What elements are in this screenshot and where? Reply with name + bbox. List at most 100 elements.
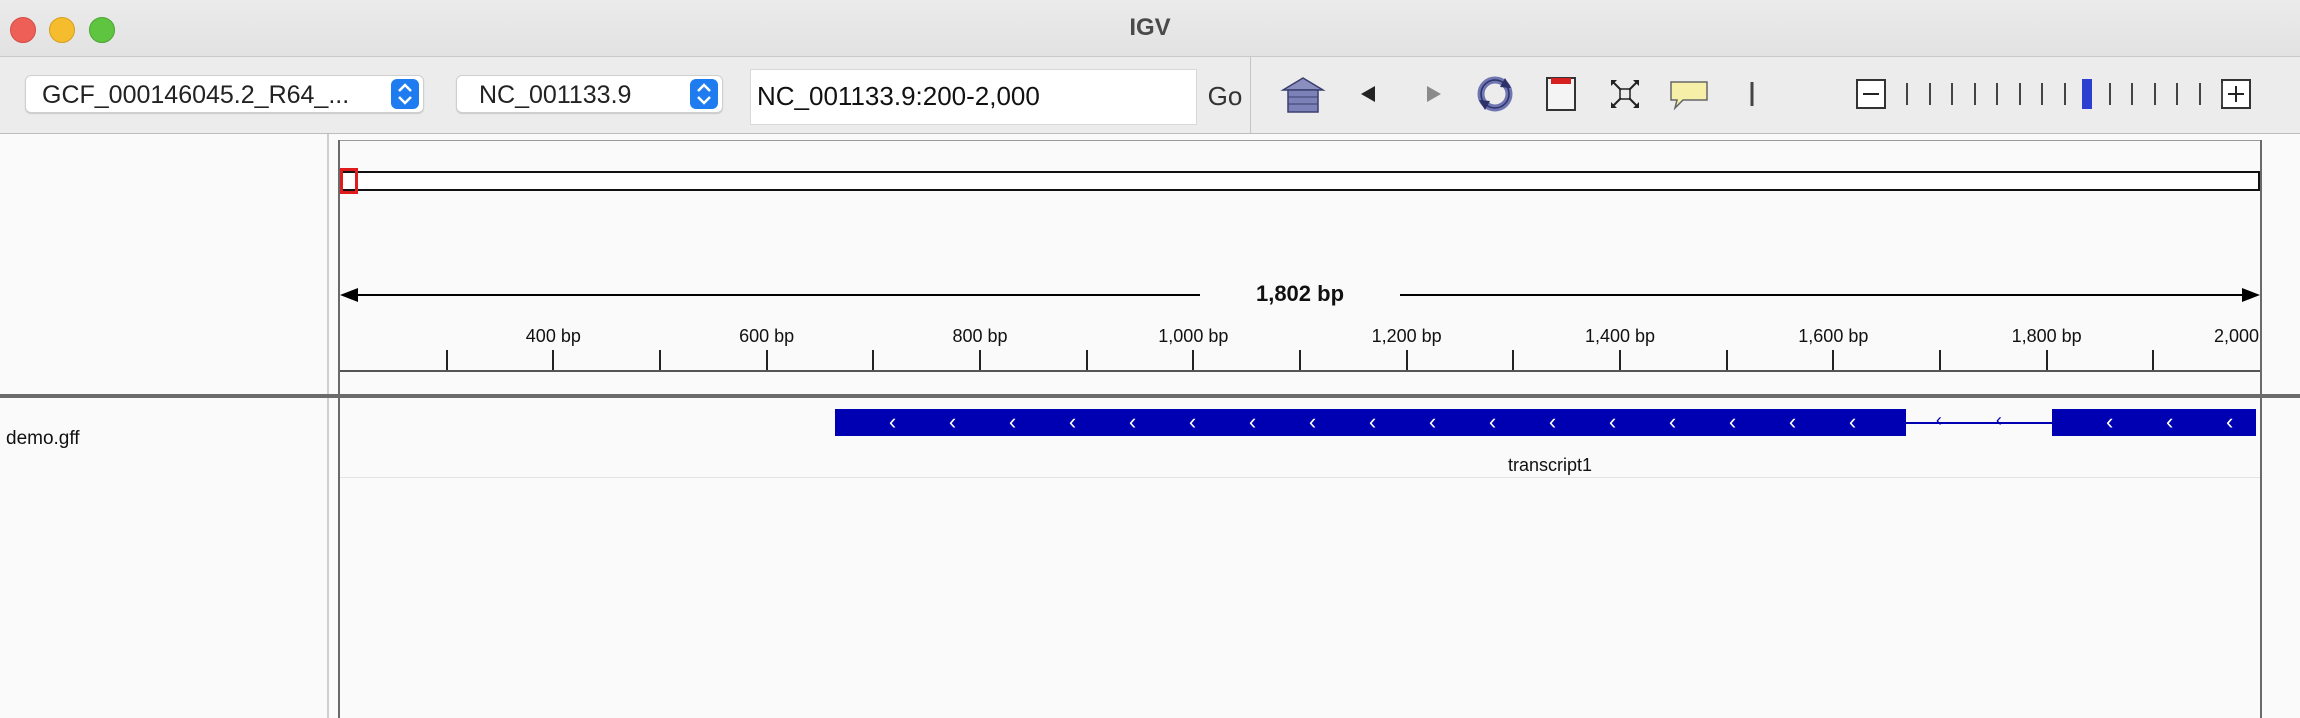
ruler-tick [1405,350,1408,370]
strand-chevron-icon: ‹ [1128,409,1137,434]
ruler-tick-label: 600 bp [739,326,795,346]
zoom-level-tick[interactable] [1906,83,1908,105]
window-titlebar: IGV [0,0,2300,57]
strand-chevron-icon: ‹ [1008,409,1017,434]
feature-label: transcript1 [1507,455,1593,475]
strand-chevron-icon: ‹ [1308,409,1317,434]
zoom-level-tick[interactable] [2041,83,2043,105]
strand-chevron-icon: ‹ [1935,410,1942,430]
ruler-tick [659,350,661,370]
ruler-tick-label: 1,800 bp [2011,326,2082,346]
locus-input[interactable] [755,78,1189,114]
span-line-right [1400,294,2246,296]
strand-chevron-icon: ‹ [2226,409,2234,434]
chromosome-dropdown-value: NC_001133.9 [479,81,632,109]
feature-exon[interactable]: ‹ ‹ ‹ [2052,409,2256,436]
ruler-tick-label: 1,600 bp [1798,326,1869,346]
ruler-tick-label: 400 bp [525,326,581,346]
zoom-level-tick[interactable] [2198,83,2201,105]
region-of-interest-icon[interactable] [1537,70,1585,118]
ruler-tick [2045,350,2048,370]
ruler-tick-label: 1,200 bp [1371,326,1442,346]
ruler-tick [979,350,981,370]
ruler-tick [765,350,768,370]
strand-chevron-icon: ‹ [1248,409,1257,434]
ruler-icon[interactable] [1729,70,1777,118]
chromosome-ideogram[interactable] [340,171,2260,191]
window-title: IGV [1129,14,1171,41]
strand-chevron-icon: ‹ [1368,409,1377,434]
ruler-tick [1725,350,1728,370]
strand-chevron-icon: ‹ [1188,409,1197,434]
strand-chevron-icon: ‹ [1728,409,1737,434]
zoom-level-tick[interactable] [2063,83,2066,105]
ruler-tick [445,350,448,370]
fit-window-icon[interactable] [1601,70,1649,118]
genome-dropdown-stepper-icon[interactable] [391,79,419,109]
locus-box [750,69,1197,125]
popup-balloon-icon[interactable] [1665,70,1713,118]
ruler-tick [1832,350,1835,370]
zoom-level-tick[interactable] [1996,83,1998,105]
zoom-level-tick[interactable] [2018,83,2021,105]
name-panel-divider[interactable] [327,134,329,718]
go-button[interactable]: Go [1198,69,1252,123]
zoom-out-icon[interactable] [1856,79,1886,109]
zoom-level-tick[interactable] [2176,83,2178,105]
strand-chevron-icon: ‹ [1848,409,1857,434]
strand-chevron-icon: ‹ [1788,409,1797,434]
feature-exon[interactable]: ‹ ‹ ‹ ‹ ‹ ‹ ‹ ‹ ‹ ‹ ‹ ‹ ‹ ‹ ‹ ‹ ‹ [834,409,1906,436]
ruler-tick-label: 1,400 bp [1584,326,1656,346]
strand-chevron-icon: ‹ [1548,409,1557,434]
strand-chevron-icon: ‹ [888,409,897,434]
ruler-tick-label: 800 bp [952,326,1008,346]
chromosome-dropdown[interactable]: NC_001133.9 [456,75,723,113]
toolbar-divider [1250,57,1251,133]
feature-intron[interactable]: ‹ ‹ [1905,410,2052,430]
header-track-divider[interactable] [0,394,2300,398]
span-line-left [352,294,1200,296]
back-arrow-icon[interactable] [1345,70,1393,118]
strand-chevron-icon: ‹ [1668,409,1677,434]
zoom-level-tick[interactable] [1973,83,1976,105]
home-icon[interactable] [1279,70,1327,118]
ruler-tick [1619,350,1621,370]
main-panel: 1,802 bp 400 bp 600 bp 800 bp 1,000 bp 1,200… [0,134,2300,718]
zoom-level-tick[interactable] [2131,83,2133,105]
span-length-label: 1,802 bp [1255,281,1345,306]
zoom-level-tick[interactable] [2153,83,2156,105]
strand-chevron-icon: ‹ [948,409,957,434]
genome-dropdown[interactable]: GCF_000146045.2_R64_... [25,75,424,113]
ruler-tick [872,350,875,370]
zoom-level-tick[interactable] [2108,83,2111,105]
data-panel-left-border [338,140,340,718]
track-name-demo-gff[interactable]: demo.gff [6,428,80,450]
zoom-level-tick[interactable] [1928,83,1931,105]
ruler-tick [1192,350,1195,370]
strand-chevron-icon: ‹ [1428,409,1437,434]
ruler-tick [1299,350,1301,370]
main-toolbar: GCF_000146045.2_R64_... NC_001133.9 Go [0,57,2300,134]
ideogram-current-region-marker [340,168,358,194]
forward-arrow-icon[interactable] [1409,70,1457,118]
ruler-tick [2152,350,2155,370]
zoom-level-tick[interactable] [2221,83,2223,105]
ruler-baseline [340,370,2260,372]
strand-chevron-icon: ‹ [1995,410,2002,430]
strand-chevron-icon: ‹ [2106,409,2114,434]
ruler-tick-label: 2,000 bp [2214,326,2260,346]
ruler-tick [1939,350,1941,370]
ruler-tick [1512,350,1515,370]
zoom-level-indicator[interactable] [2082,79,2092,109]
zoom-in-icon[interactable] [2221,79,2251,109]
track-lane-separator [340,477,2260,478]
ruler-tick [1085,350,1088,370]
genome-dropdown-value: GCF_000146045.2_R64_... [42,81,350,109]
strand-chevron-icon: ‹ [1488,409,1497,434]
span-arrow-right-icon [2242,288,2260,302]
refresh-icon[interactable] [1471,70,1519,118]
zoom-level-tick[interactable] [1951,83,1953,105]
span-arrow-left-icon [340,288,358,302]
strand-chevron-icon: ‹ [2166,409,2174,434]
chromosome-dropdown-stepper-icon[interactable] [690,79,718,109]
